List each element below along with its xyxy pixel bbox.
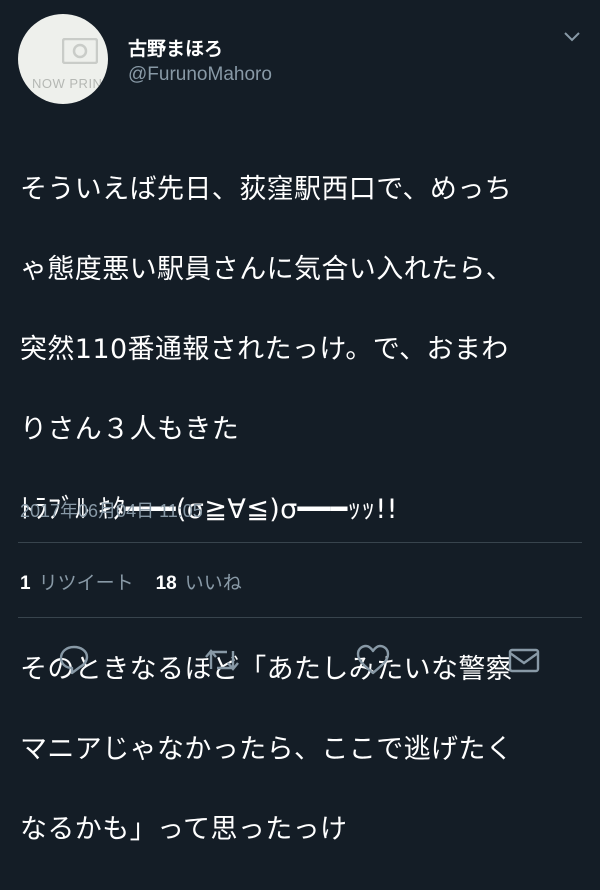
direct-message-button[interactable] [504,640,544,680]
like-count: 18 [155,573,177,594]
tweet-actions [0,640,600,680]
avatar[interactable]: NOW PRIN [18,14,108,104]
heart-icon [356,644,390,675]
tweet-stats: 1 リツイート 18 いいね [20,568,242,595]
camera-icon [62,38,98,64]
like-stat[interactable]: 18 いいね [156,572,242,594]
tweet-line: マニアじゃなかったら、ここで逃げたく [20,734,514,765]
chevron-down-icon[interactable] [562,30,582,44]
user-handle[interactable]: @FurunoMahoro [128,64,272,86]
tweet-line: そういえば先日、荻窪駅西口で、めっち [20,174,513,205]
retweet-label: リツイート [38,572,134,594]
retweet-icon [205,649,239,671]
tweet-line: 突然110番通報されたっけ。で、おまわ [20,334,509,365]
avatar-text: NOW PRIN [32,76,103,91]
like-button[interactable] [353,640,393,680]
display-name[interactable]: 古野まほろ [128,34,223,61]
reply-button[interactable] [54,640,94,680]
retweet-button[interactable] [202,640,242,680]
retweet-stat[interactable]: 1 リツイート [20,572,134,594]
divider [18,542,582,543]
like-label: いいね [184,572,242,594]
tweet-line: ゃ態度悪い駅員さんに気合い入れたら、 [20,254,514,285]
retweet-count: 1 [20,573,31,594]
divider [18,617,582,618]
tweet-line: りさん３人もきた [20,414,240,445]
reply-icon [59,645,89,675]
tweet-timestamp[interactable]: 2017年06月04日 11:05 [20,497,203,523]
envelope-icon [508,648,540,673]
tweet-line: なるかも」って思ったっけ [20,814,348,845]
